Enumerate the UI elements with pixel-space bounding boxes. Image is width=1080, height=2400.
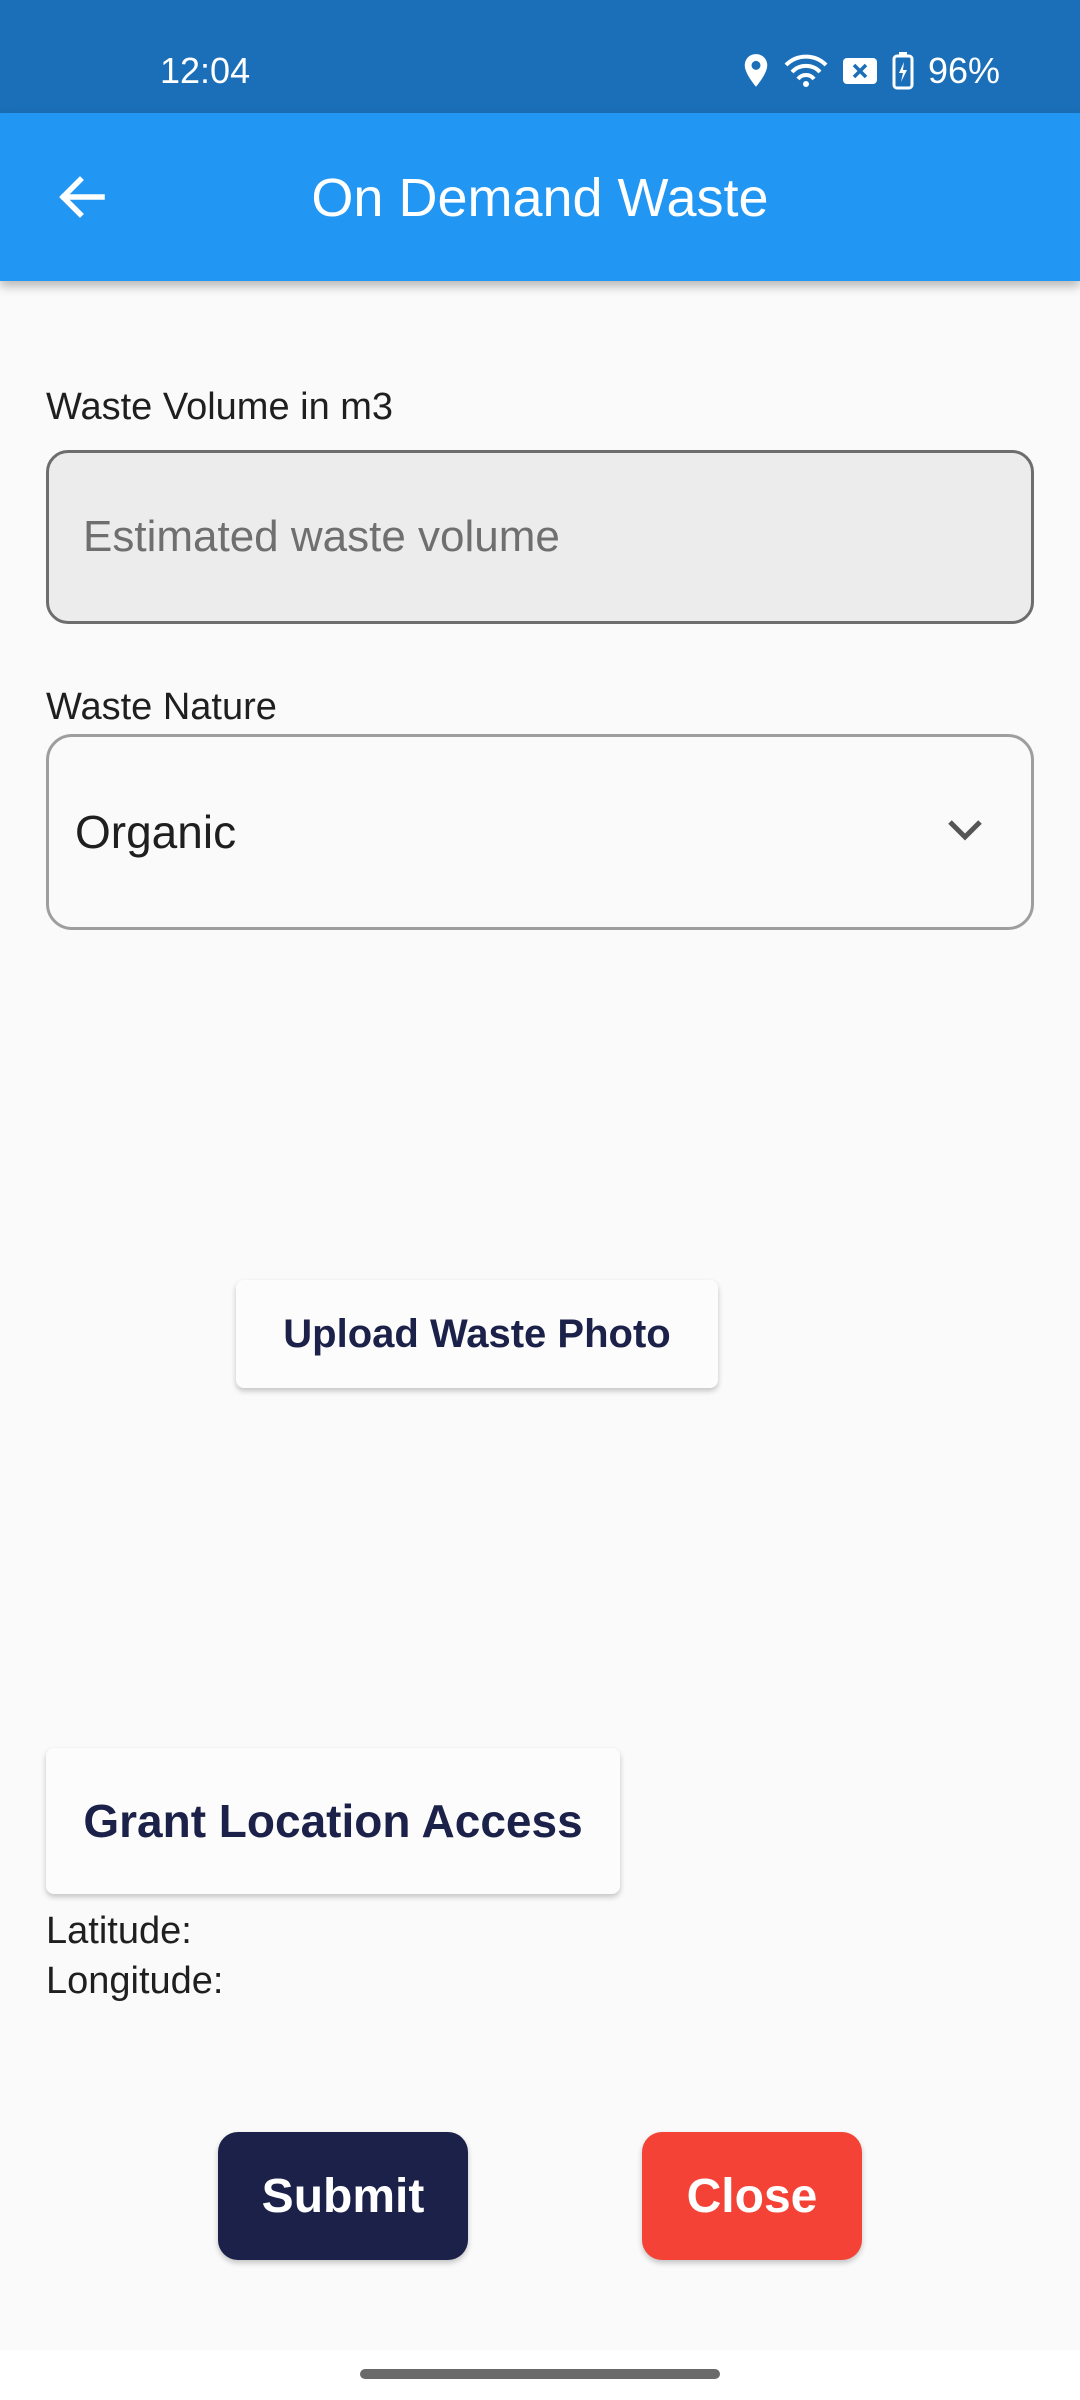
battery-charging-icon [892,52,914,90]
status-bar: 12:04 96% [0,0,1080,113]
volume-label: Waste Volume in m3 [46,386,394,428]
nature-label: Waste Nature [46,686,277,728]
upload-photo-button[interactable]: Upload Waste Photo [236,1280,718,1388]
volume-field[interactable] [46,450,1034,624]
submit-button[interactable]: Submit [218,2132,468,2260]
grant-location-button[interactable]: Grant Location Access [46,1748,620,1894]
waste-nature-dropdown[interactable]: Organic [46,734,1034,930]
sim-error-icon [842,56,878,86]
close-button[interactable]: Close [642,2132,862,2260]
status-time: 12:04 [160,50,251,91]
app-bar: On Demand Waste [0,113,1080,281]
chevron-down-icon [945,817,985,848]
home-indicator[interactable] [360,2369,720,2379]
location-icon [742,53,770,89]
volume-input[interactable] [83,512,1031,562]
status-icons: 96% [742,50,1000,92]
latitude-label: Latitude: [46,1910,192,1952]
longitude-label: Longitude: [46,1960,224,2002]
wifi-icon [784,54,828,88]
dropdown-selected-value: Organic [75,806,237,858]
battery-percentage: 96% [927,50,1000,91]
page-title: On Demand Waste [311,168,769,228]
